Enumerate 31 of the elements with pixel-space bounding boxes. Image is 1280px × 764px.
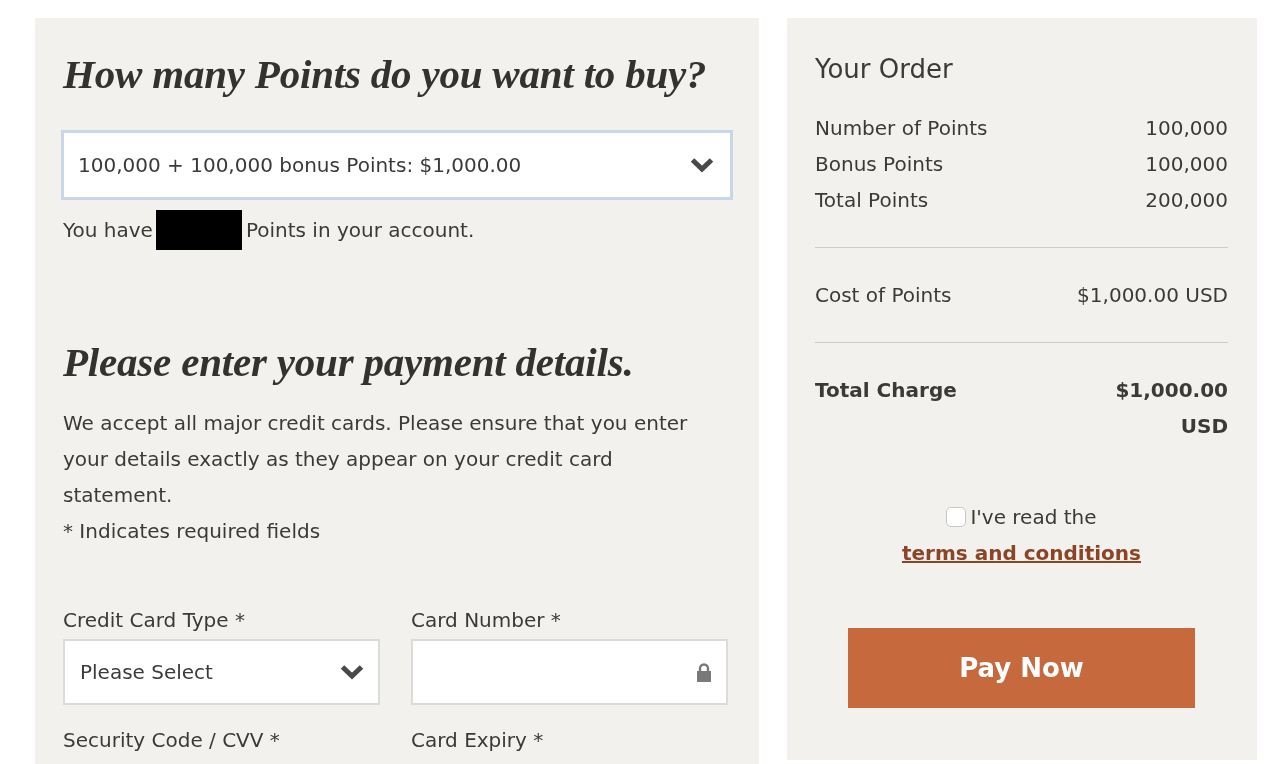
terms-text: I've read the [970,505,1097,529]
summary-label: Total Points [815,187,929,214]
summary-value: $1,000.00 USD [1077,282,1228,309]
field-label: Card Expiry * [411,727,545,754]
lock-icon [696,662,712,683]
required-note: * Indicates required fields [63,518,322,546]
balance-text: Points in your account. [245,217,475,245]
section-heading: How many Points do you want to buy? [63,51,708,99]
summary-label: Bonus Points [815,151,944,178]
chevron-down-icon [340,664,364,681]
balance-text: You have [63,217,153,245]
points-select[interactable]: 100,000 + 100,000 bonus Points: $1,000.00 [61,130,733,201]
summary-label: Cost of Points [815,282,952,309]
order-title: Your Order [815,53,954,85]
terms-link[interactable]: terms and conditions [902,541,1141,565]
summary-value: 100,000 [1145,151,1228,178]
terms-checkbox[interactable] [946,507,967,527]
card-number-field[interactable] [411,639,728,706]
summary-value: 100,000 [1145,115,1228,142]
chevron-down-icon [690,157,714,174]
intro-text: We accept all major credit cards. Please ensure that you enter your details exactly as they appear on your credit card statement. [63,410,689,510]
pay-now-button[interactable]: Pay Now [848,628,1195,708]
section-heading: Please enter your payment details. [63,339,635,387]
summary-value: 200,000 [1145,187,1228,214]
field-label: Card Number * [411,607,562,634]
card-type-select[interactable]: Please Select [63,639,380,706]
total-label: Total Charge [815,377,957,404]
field-label: Credit Card Type * [63,607,246,634]
field-label: Security Code / CVV * [63,727,281,754]
total-value: $1,000.00 USD [1114,377,1228,440]
summary-label: Number of Points [815,115,988,142]
